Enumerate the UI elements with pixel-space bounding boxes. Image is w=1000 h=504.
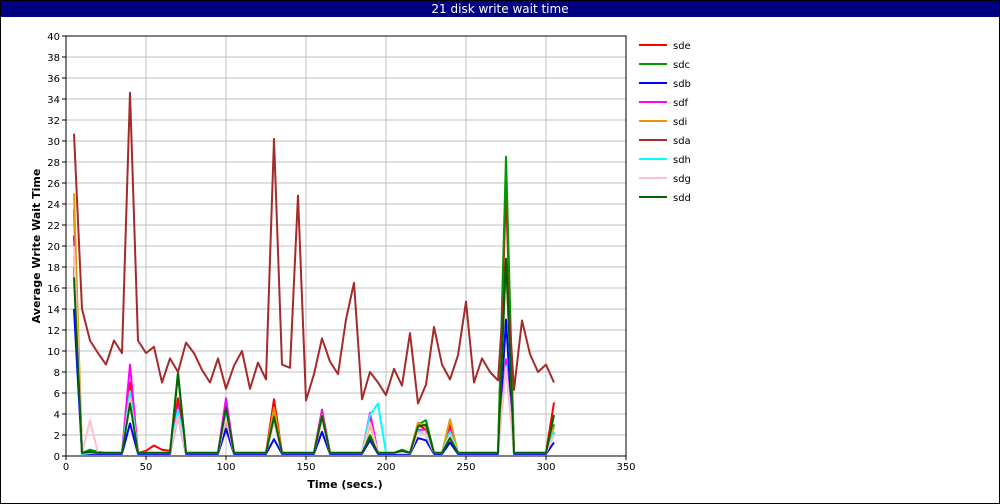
y-axis-label: Average Write Wait Time: [30, 169, 43, 324]
y-tick-label: 0: [54, 452, 60, 463]
y-tick-label: 2: [54, 431, 60, 442]
legend-label-sdf: sdf: [673, 98, 689, 109]
y-tick-label: 24: [47, 200, 60, 211]
legend-label-sdg: sdg: [673, 174, 691, 185]
x-tick-label: 150: [296, 462, 315, 473]
x-tick-label: 250: [456, 462, 475, 473]
y-tick-label: 14: [47, 305, 60, 316]
y-tick-label: 8: [54, 368, 60, 379]
legend-label-sde: sde: [673, 41, 691, 52]
y-tick-label: 38: [47, 53, 60, 64]
legend-label-sdc: sdc: [673, 60, 690, 71]
line-chart: 0 50 100 150 200 250 300 3500246810121416182022…: [30, 32, 691, 491]
x-axis-label: Time (secs.): [307, 478, 382, 491]
x-tick-label: 200: [376, 462, 395, 473]
x-tick-label: 100: [216, 462, 235, 473]
legend: sde sdc sdb sdf sdi sda sdh sdg sdd: [639, 41, 691, 204]
y-tick-label: 30: [47, 137, 60, 148]
y-tick-label: 4: [54, 410, 60, 421]
legend-label-sdh: sdh: [673, 155, 691, 166]
x-tick-label: 350: [616, 462, 635, 473]
x-tick-label: 50: [140, 462, 153, 473]
y-tick-label: 34: [47, 95, 60, 106]
y-tick-label: 26: [47, 179, 60, 190]
y-tick-label: 32: [47, 116, 60, 127]
x-tick-label: 0: [63, 462, 69, 473]
legend-label-sda: sda: [673, 136, 691, 147]
y-tick-label: 40: [47, 32, 60, 43]
legend-label-sdd: sdd: [673, 193, 691, 204]
y-tick-label: 12: [47, 326, 60, 337]
y-tick-label: 16: [47, 284, 60, 295]
y-tick-label: 6: [54, 389, 60, 400]
legend-label-sdb: sdb: [673, 79, 691, 90]
y-tick-label: 28: [47, 158, 60, 169]
y-tick-label: 18: [47, 263, 60, 274]
legend-label-sdi: sdi: [673, 117, 687, 128]
grid: [65, 35, 627, 457]
y-tick-label: 10: [47, 347, 60, 358]
chart-window: 21 disk write wait time 0 50 100 150 200 250 3…: [0, 0, 1000, 504]
y-tick-label: 22: [47, 221, 60, 232]
y-tick-label: 20: [47, 242, 60, 253]
x-tick-label: 300: [536, 462, 555, 473]
y-tick-label: 36: [47, 74, 60, 85]
